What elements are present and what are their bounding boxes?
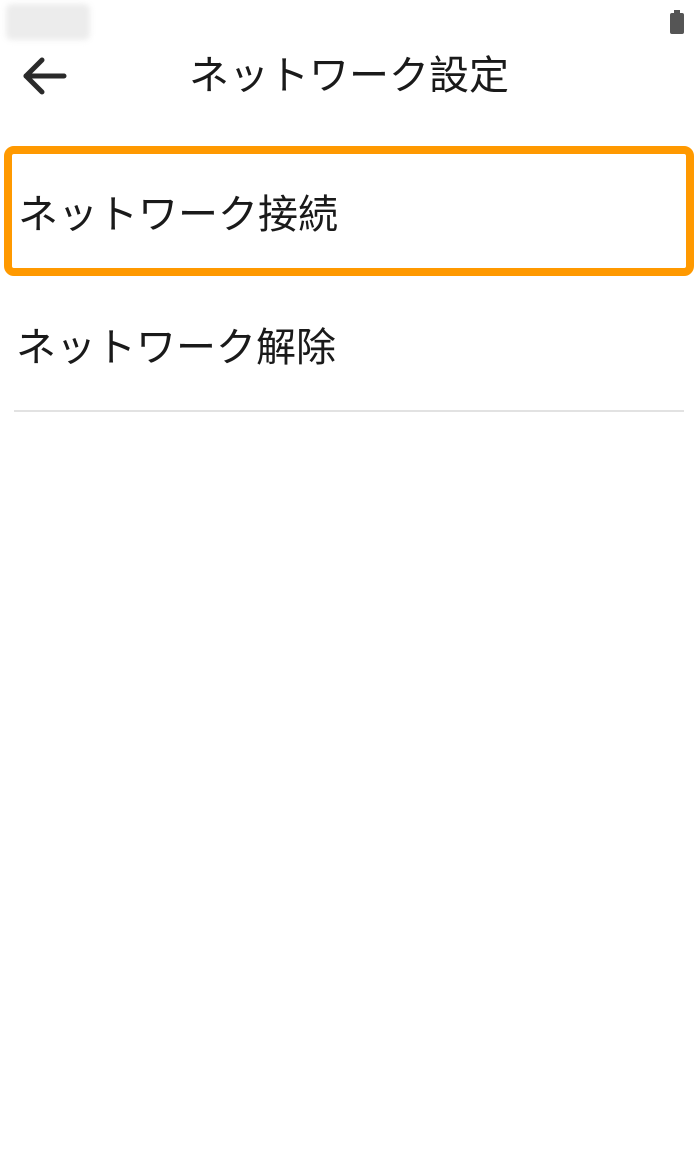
battery-icon [670, 10, 684, 34]
page-title: ネットワーク設定 [189, 53, 509, 99]
menu-item-network-connect[interactable]: ネットワーク接続 [4, 146, 694, 276]
divider [14, 410, 684, 412]
back-button[interactable] [14, 50, 74, 102]
status-bar [0, 0, 698, 44]
menu-item-network-disconnect[interactable]: ネットワーク解除 [0, 276, 698, 412]
menu-item-label: ネットワーク接続 [18, 192, 338, 238]
status-time-blurred [6, 4, 90, 40]
menu-item-label: ネットワーク解除 [16, 325, 336, 371]
arrow-left-icon [23, 57, 67, 95]
menu-list: ネットワーク接続 ネットワーク解除 [0, 140, 698, 412]
app-bar: ネットワーク設定 [0, 44, 698, 108]
